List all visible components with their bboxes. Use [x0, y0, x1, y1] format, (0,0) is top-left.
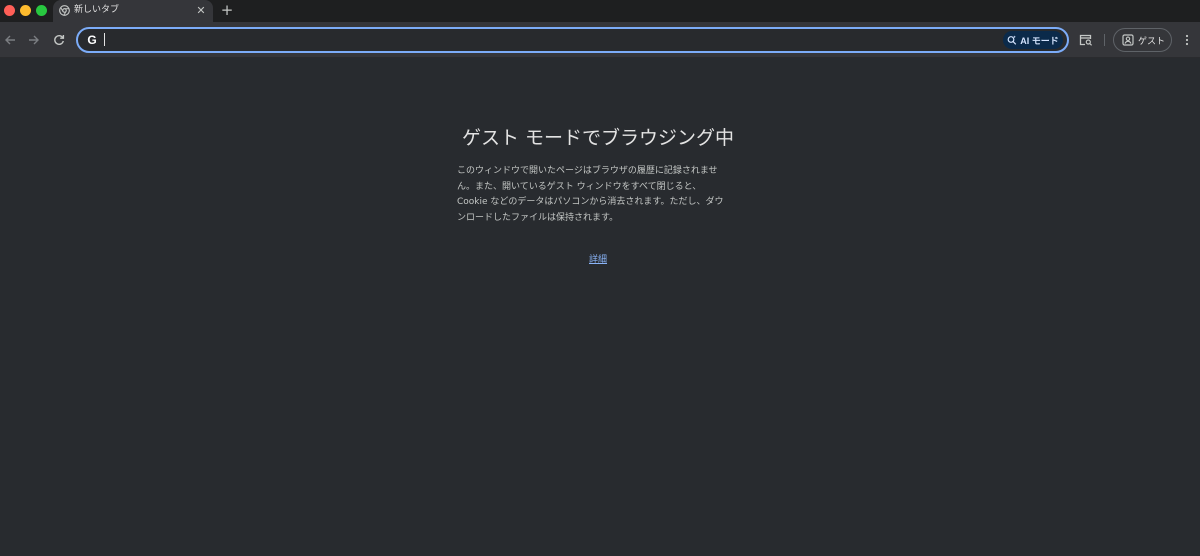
chrome-icon	[59, 5, 70, 16]
description-line: ンロードしたファイルは保持されます。	[457, 212, 619, 223]
google-g-icon: G	[87, 33, 97, 47]
window-minimize-button[interactable]	[20, 5, 31, 16]
arrow-left-icon	[5, 35, 15, 45]
ai-mode-button[interactable]: AI モード	[1003, 31, 1063, 49]
guest-profile-icon	[1122, 34, 1134, 46]
description-line: Cookie などのデータはパソコンから消去されます。ただし、ダウ	[457, 197, 724, 207]
back-button[interactable]	[0, 30, 20, 50]
more-vert-icon	[1185, 34, 1189, 46]
close-icon[interactable]: ✕	[193, 3, 209, 19]
toolbar: G AI モード ゲスト	[0, 22, 1200, 58]
window-maximize-button[interactable]	[36, 5, 47, 16]
address-input[interactable]	[102, 31, 992, 49]
description-line: ん。また、開いているゲスト ウィンドウをすべて閉じると、	[457, 181, 702, 192]
profile-button[interactable]: ゲスト	[1113, 28, 1172, 52]
learn-more-link[interactable]: 詳細	[589, 252, 607, 265]
tab-search-icon	[1079, 34, 1093, 46]
guest-mode-page: ゲスト モードでブラウジング中 このウィンドウで開いたページはブラウザの履歴に記…	[0, 59, 1200, 556]
tab-title: 新しいタブ	[74, 5, 120, 15]
reload-button[interactable]	[49, 30, 69, 50]
window-close-button[interactable]	[4, 5, 15, 16]
new-tab-button[interactable]: +	[218, 2, 236, 20]
guest-description: このウィンドウで開いたページはブラウザの履歴に記録されませ ん。また、開いている…	[457, 164, 737, 226]
ai-mode-label: AI モード	[1020, 35, 1059, 46]
plus-icon: +	[220, 1, 234, 19]
toolbar-divider	[1104, 34, 1105, 46]
tab-new-tab[interactable]: 新しいタブ ✕	[53, 0, 213, 22]
reload-icon	[54, 35, 65, 45]
text-caret	[104, 33, 105, 46]
ai-search-icon	[1007, 35, 1017, 45]
description-line: このウィンドウで開いたページはブラウザの履歴に記録されませ	[457, 166, 718, 176]
forward-button[interactable]	[24, 30, 44, 50]
page-title: ゲスト モードでブラウジング中	[461, 127, 735, 149]
tab-strip: 新しいタブ ✕ +	[0, 0, 1200, 22]
tab-search-button[interactable]	[1077, 31, 1095, 49]
arrow-right-icon	[29, 35, 39, 45]
profile-label: ゲスト	[1138, 36, 1166, 47]
menu-button[interactable]	[1180, 31, 1194, 49]
omnibox[interactable]: G AI モード	[76, 27, 1069, 53]
